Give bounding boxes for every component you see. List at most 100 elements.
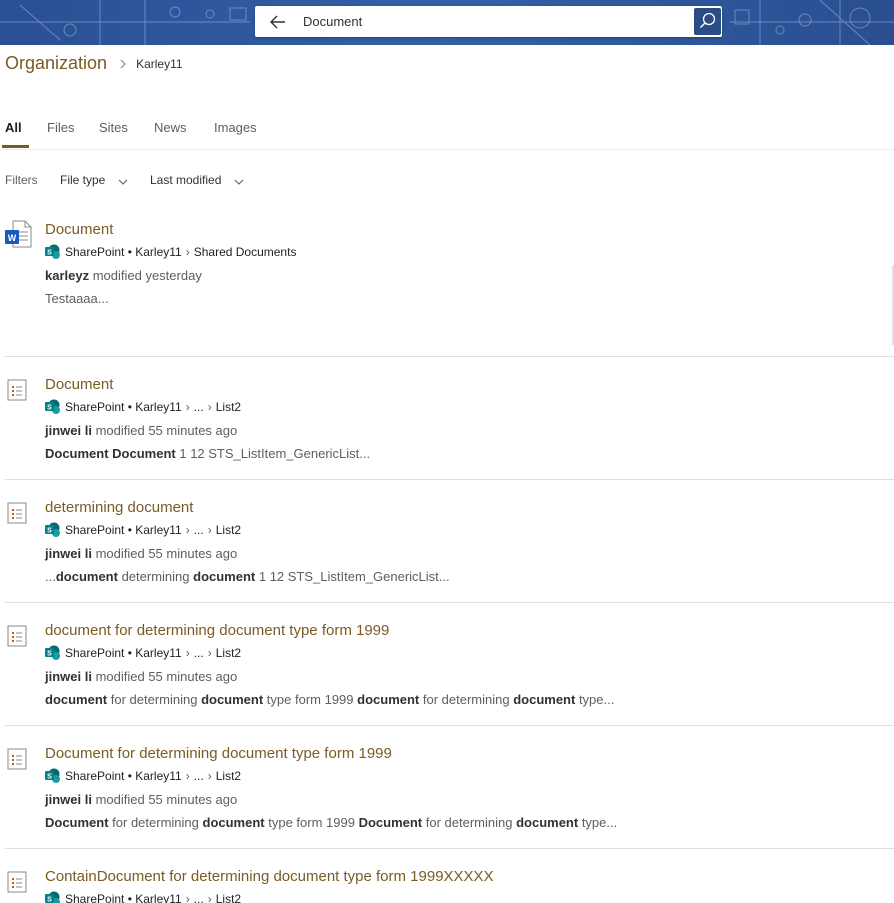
result-path: S SharePoint • Karley11 › ... › List2: [45, 522, 241, 538]
breadcrumb: Organization Karley11: [5, 53, 183, 74]
result-title[interactable]: Document: [45, 221, 113, 238]
snippet-highlight: document: [513, 692, 576, 707]
chevron-right-icon: ›: [207, 400, 212, 414]
snippet-text: type form 1999: [264, 815, 359, 830]
svg-text:S: S: [47, 528, 52, 535]
search-input[interactable]: Document: [303, 14, 362, 29]
snippet-highlight: document: [45, 692, 108, 707]
tab-files[interactable]: Files: [47, 120, 74, 135]
chevron-right-icon: [119, 56, 127, 72]
tab-sites[interactable]: Sites: [99, 120, 128, 135]
result-title[interactable]: determining document: [45, 499, 193, 516]
chevron-right-icon: ›: [185, 769, 190, 783]
chevron-right-icon: ›: [207, 523, 212, 537]
search-result[interactable]: W Document S SharePoint • Karley11 › Sha…: [5, 218, 894, 358]
search-result[interactable]: determining document S SharePoint • Karl…: [5, 496, 894, 604]
file-type-filter[interactable]: File type: [60, 173, 128, 188]
svg-text:S: S: [47, 651, 52, 658]
result-path: S SharePoint • Karley11 › Shared Documen…: [45, 244, 296, 260]
snippet-text: for determining: [419, 692, 514, 707]
file-type-filter-label: File type: [60, 173, 106, 187]
chevron-down-icon: [234, 174, 244, 188]
result-divider: [5, 602, 894, 603]
result-snippet: Document Document 1 12 STS_ListItem_Gene…: [45, 446, 370, 461]
chevron-right-icon: ›: [185, 892, 190, 903]
tab-news[interactable]: News: [154, 120, 187, 135]
chevron-right-icon: ›: [185, 646, 190, 660]
result-divider: [5, 356, 894, 357]
snippet-text: ...: [45, 569, 56, 584]
snippet-highlight: Document: [45, 815, 109, 830]
chevron-down-icon: [118, 174, 128, 188]
vertical-tabs: All Files Sites News Images: [0, 112, 894, 150]
result-snippet: Document for determining document type f…: [45, 815, 617, 830]
snippet-text: for determining: [422, 815, 517, 830]
snippet-text: Testaaaa...: [45, 291, 109, 306]
list-item-icon: [5, 378, 29, 407]
word-doc-icon: W: [5, 220, 33, 253]
tab-all[interactable]: All: [5, 120, 22, 135]
snippet-highlight: Document: [358, 815, 423, 830]
result-modified: jinwei li modified 55 minutes ago: [45, 792, 238, 807]
breadcrumb-organization[interactable]: Organization: [5, 53, 107, 74]
result-title[interactable]: ContainDocument for determining document…: [45, 868, 494, 885]
chevron-right-icon: ›: [207, 646, 212, 660]
back-arrow-icon[interactable]: [265, 10, 291, 34]
result-path: S SharePoint • Karley11 › ... › List2: [45, 768, 241, 784]
search-result[interactable]: Document S SharePoint • Karley11 › ... ›…: [5, 373, 894, 481]
result-snippet: ...document determining document 1 12 ST…: [45, 569, 450, 584]
result-divider: [5, 479, 894, 480]
snippet-text: type...: [575, 692, 615, 707]
search-button[interactable]: [694, 8, 721, 35]
result-path: S SharePoint • Karley11 › ... › List2: [45, 645, 241, 661]
svg-text:W: W: [8, 233, 17, 243]
result-title[interactable]: Document for determining document type f…: [45, 745, 392, 762]
snippet-text: determining: [117, 569, 194, 584]
result-modified: jinwei li modified 55 minutes ago: [45, 546, 238, 561]
result-path: S SharePoint • Karley11 › ... › List2: [45, 399, 241, 415]
sharepoint-icon: S: [45, 645, 60, 660]
last-modified-filter-label: Last modified: [150, 173, 222, 187]
list-item-icon: [5, 624, 29, 653]
result-snippet: Testaaaa...: [45, 291, 109, 306]
active-tab-indicator: [2, 145, 29, 148]
chevron-right-icon: ›: [207, 892, 212, 903]
snippet-text: for determining: [108, 815, 203, 830]
snippet-highlight: document: [55, 569, 118, 584]
list-item-icon: [5, 501, 29, 530]
sharepoint-icon: S: [45, 768, 60, 783]
svg-text:S: S: [47, 250, 52, 257]
snippet-text: type...: [578, 815, 618, 830]
snippet-text: type form 1999: [263, 692, 358, 707]
snippet-highlight: document: [202, 815, 265, 830]
result-modified: jinwei li modified 55 minutes ago: [45, 423, 238, 438]
result-title[interactable]: Document: [45, 376, 113, 393]
result-path: S SharePoint • Karley11 › ... › List2: [45, 891, 241, 903]
search-box[interactable]: Document: [255, 6, 722, 37]
search-result[interactable]: document for determining document type f…: [5, 619, 894, 727]
snippet-highlight: Document Document: [45, 446, 176, 461]
snippet-highlight: document: [357, 692, 420, 707]
sharepoint-icon: S: [45, 399, 60, 414]
search-result[interactable]: ContainDocument for determining document…: [5, 865, 894, 903]
result-title[interactable]: document for determining document type f…: [45, 622, 389, 639]
result-snippet: document for determining document type f…: [45, 692, 614, 707]
last-modified-filter[interactable]: Last modified: [150, 173, 244, 188]
filters-label: Filters: [5, 173, 38, 187]
snippet-text: 1 12 STS_ListItem_GenericList...: [255, 569, 450, 584]
snippet-text: 1 12 STS_ListItem_GenericList...: [175, 446, 371, 461]
header-banner: Document: [0, 0, 894, 45]
search-icon: [700, 12, 716, 28]
svg-text:S: S: [47, 774, 52, 781]
result-divider: [5, 725, 894, 726]
search-result[interactable]: Document for determining document type f…: [5, 742, 894, 850]
chevron-right-icon: ›: [185, 400, 190, 414]
snippet-text: for determining: [107, 692, 202, 707]
svg-text:S: S: [47, 405, 52, 412]
chevron-right-icon: ›: [207, 769, 212, 783]
list-item-icon: [5, 747, 29, 776]
tab-images[interactable]: Images: [214, 120, 257, 135]
breadcrumb-site[interactable]: Karley11: [136, 57, 182, 71]
list-item-icon: [5, 870, 29, 899]
chevron-right-icon: ›: [185, 245, 190, 259]
